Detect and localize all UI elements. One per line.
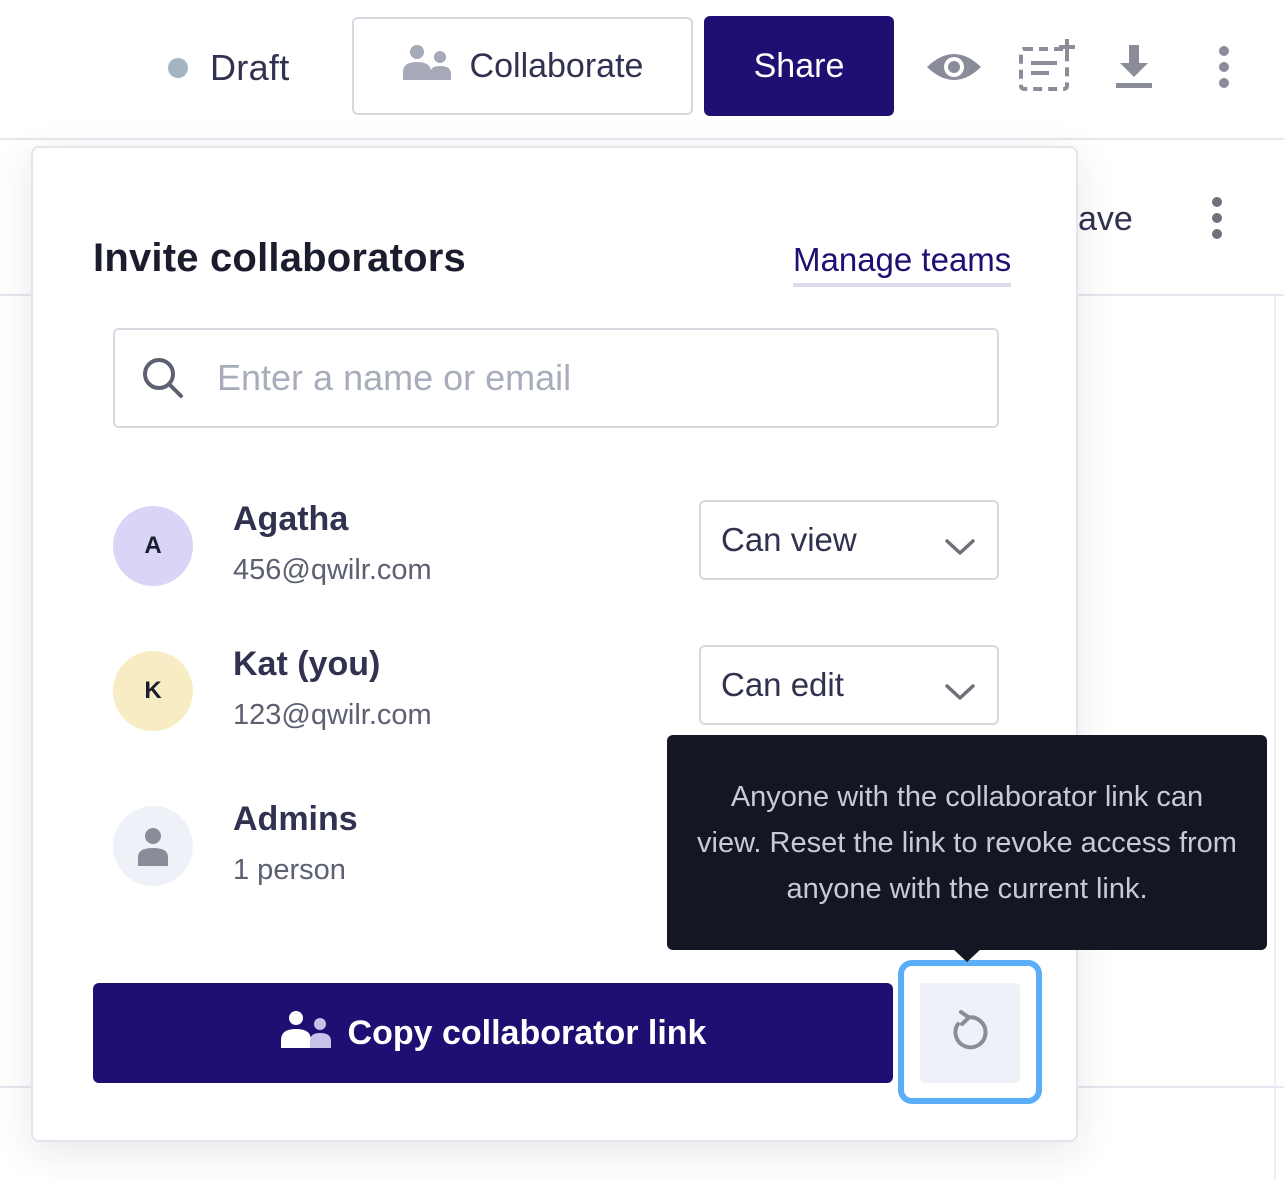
people-icon — [402, 44, 452, 89]
kebab-icon[interactable] — [1212, 44, 1236, 90]
avatar — [113, 806, 193, 886]
collaborator-name: Kat (you) — [233, 645, 381, 683]
tooltip-text: Anyone with the collaborator link can vi… — [697, 780, 1237, 905]
people-icon — [280, 1010, 332, 1057]
permission-value: Can edit — [721, 666, 844, 703]
collaborator-email: 123@qwilr.com — [233, 699, 432, 731]
search-icon — [141, 356, 185, 405]
eye-icon[interactable] — [924, 42, 984, 92]
chevron-down-icon — [945, 671, 975, 709]
avatar: K — [113, 651, 193, 731]
top-bar: Draft Collaborate Share — [0, 0, 1284, 140]
status-label: Draft — [210, 47, 290, 88]
invite-collaborators-panel: Invite collaborators Manage teams A Agat… — [31, 146, 1078, 1142]
permission-dropdown[interactable]: Can view — [699, 500, 999, 580]
copy-collaborator-link-button[interactable]: Copy collaborator link — [93, 983, 893, 1083]
collaborator-count: 1 person — [233, 854, 346, 886]
collaborator-row: K Kat (you) 123@qwilr.com Can edit — [113, 645, 999, 745]
permission-value: Can view — [721, 521, 857, 558]
permission-dropdown[interactable]: Can edit — [699, 645, 999, 725]
copy-link-label: Copy collaborator link — [347, 1013, 707, 1052]
panel-title: Invite collaborators — [93, 236, 466, 280]
add-block-icon[interactable] — [1016, 38, 1076, 94]
tooltip-arrow — [952, 948, 982, 962]
reset-link-tooltip: Anyone with the collaborator link can vi… — [667, 735, 1267, 950]
reset-link-focus-ring — [898, 960, 1042, 1104]
reset-icon — [948, 1009, 992, 1057]
share-button[interactable]: Share — [704, 16, 894, 116]
user-icon — [138, 828, 168, 866]
editor-divider — [1274, 296, 1276, 1180]
collaborate-button[interactable]: Collaborate — [352, 17, 693, 115]
collaborate-label: Collaborate — [469, 46, 644, 85]
collaborator-row: A Agatha 456@qwilr.com Can view — [113, 500, 999, 600]
collaborator-name: Admins — [233, 800, 358, 838]
editor-kebab-icon[interactable] — [1210, 196, 1224, 245]
manage-teams-link[interactable]: Manage teams — [793, 241, 1012, 287]
collaborator-email: 456@qwilr.com — [233, 554, 432, 586]
search-box[interactable] — [113, 328, 999, 428]
status-indicator: Draft — [168, 44, 290, 92]
search-input[interactable] — [215, 340, 975, 416]
status-dot-icon — [168, 58, 188, 78]
page: Draft Collaborate Share ave Invite colla… — [0, 0, 1284, 1180]
avatar: A — [113, 506, 193, 586]
reset-link-button[interactable] — [920, 983, 1020, 1083]
download-icon[interactable] — [1112, 44, 1156, 90]
chevron-down-icon — [945, 526, 975, 564]
save-button-partial[interactable]: ave — [1078, 200, 1133, 239]
collaborator-name: Agatha — [233, 500, 349, 538]
